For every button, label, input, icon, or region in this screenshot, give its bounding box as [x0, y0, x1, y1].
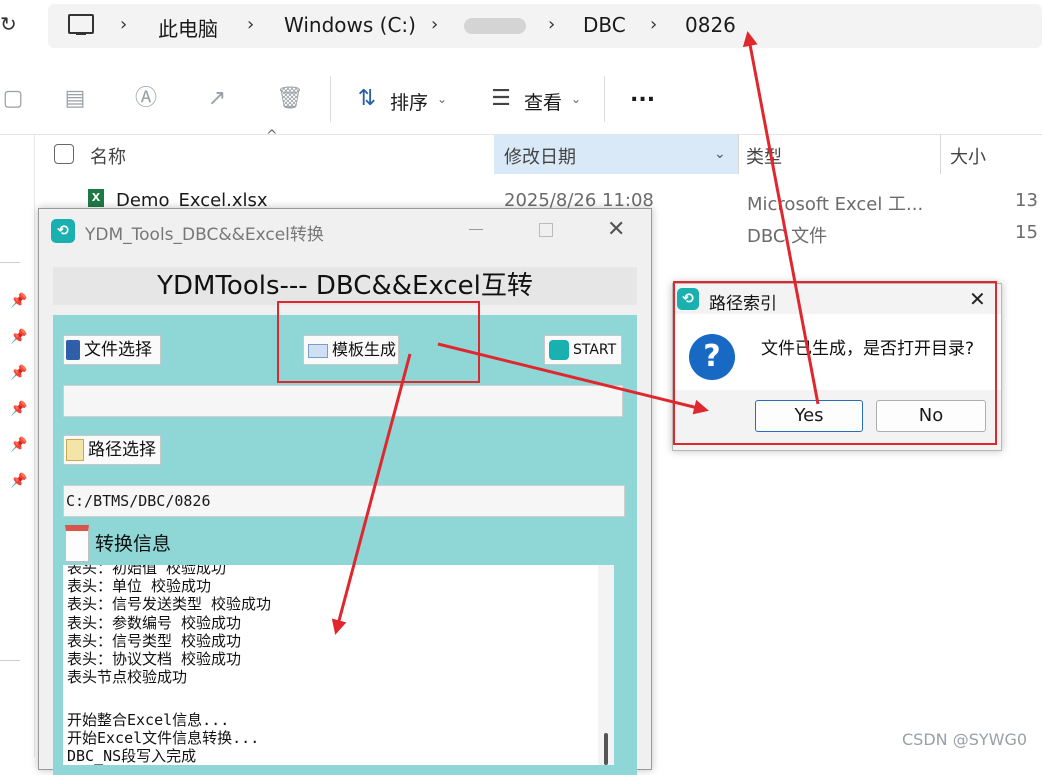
annotation-overlay	[277, 31, 997, 635]
annotation-arrow-to-log	[331, 353, 412, 635]
watermark: CSDN @SYWG0	[902, 730, 1028, 749]
annotation-box-template	[277, 301, 480, 383]
annotation-box-dialog	[673, 281, 997, 445]
annotation-arrow-to-folder	[742, 31, 820, 405]
